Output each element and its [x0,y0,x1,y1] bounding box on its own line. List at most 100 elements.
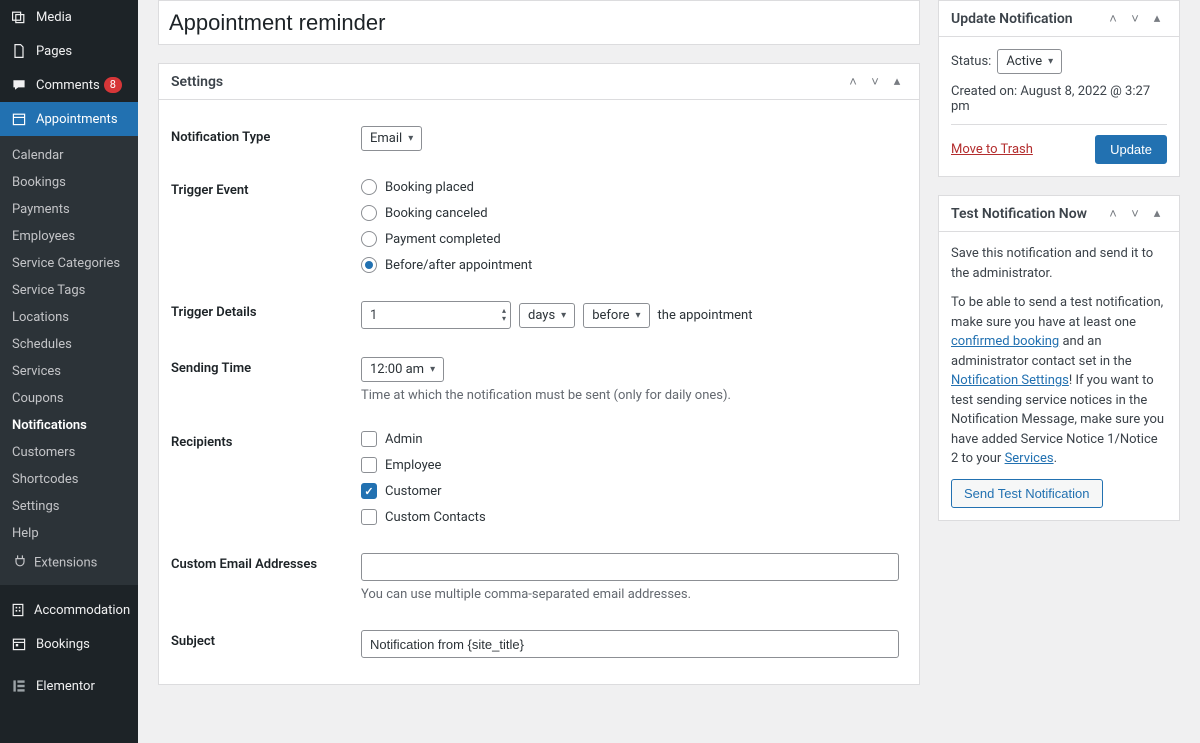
settings-heading: Settings [171,74,223,90]
sidebar-item-pages[interactable]: Pages [0,34,138,68]
submenu-item-payments[interactable]: Payments [0,196,138,223]
building-icon [10,601,26,619]
label-trigger-event: Trigger Event [171,179,361,198]
update-postbox: Update Notification ˄ ˅ ▴ Status: Active… [938,0,1180,177]
radio-before-after-appointment[interactable]: Before/after appointment [361,257,907,273]
submenu-item-coupons[interactable]: Coupons [0,385,138,412]
checkbox-custom-contacts[interactable]: Custom Contacts [361,509,907,525]
radio-booking-placed[interactable]: Booking placed [361,179,907,195]
sidebar-item-label: Accommodation [34,603,130,618]
postbox-toggle-icon[interactable]: ▴ [1147,204,1167,224]
sidebar-item-bookings[interactable]: Bookings [0,627,138,661]
trigger-suffix-text: the appointment [658,308,753,323]
sidebar-item-label: Appointments [36,112,118,127]
postbox-up-icon[interactable]: ˄ [1103,204,1123,224]
label-custom-email: Custom Email Addresses [171,553,361,572]
title-input[interactable] [169,5,909,40]
sidebar-item-label: Comments [36,78,100,93]
trigger-unit-select[interactable]: days ▾ [519,303,575,328]
radio-icon [361,205,377,221]
checkbox-employee[interactable]: Employee [361,457,907,473]
radio-label: Payment completed [385,232,501,247]
postbox-down-icon[interactable]: ˅ [1125,204,1145,224]
side-column: Update Notification ˄ ˅ ▴ Status: Active… [938,0,1180,539]
radio-payment-completed[interactable]: Payment completed [361,231,907,247]
sending-time-select[interactable]: 12:00 am ▾ [361,357,444,382]
sidebar-item-elementor[interactable]: Elementor [0,669,138,703]
checkbox-label: Employee [385,458,441,473]
submenu-item-services[interactable]: Services [0,358,138,385]
submenu-item-service-categories[interactable]: Service Categories [0,250,138,277]
submenu-item-customers[interactable]: Customers [0,439,138,466]
test-para-2: To be able to send a test notification, … [951,293,1167,469]
postbox-toggle-icon[interactable]: ▴ [1147,9,1167,29]
chevron-down-icon: ▾ [561,310,566,321]
status-select[interactable]: Active ▾ [997,49,1062,74]
test-para-1: Save this notification and send it to th… [951,244,1167,283]
submenu-item-calendar[interactable]: Calendar [0,142,138,169]
sidebar-item-comments[interactable]: Comments 8 [0,68,138,102]
postbox-up-icon[interactable]: ˄ [843,72,863,92]
submenu-item-settings[interactable]: Settings [0,493,138,520]
appointments-submenu: CalendarBookingsPaymentsEmployeesService… [0,136,138,585]
trigger-number-input[interactable]: 1 ▴▾ [361,301,511,329]
submenu-item-extensions[interactable]: Extensions [0,547,138,579]
move-to-trash-link[interactable]: Move to Trash [951,142,1033,157]
update-button[interactable]: Update [1095,135,1167,164]
status-label: Status: [951,54,991,69]
checkbox-label: Customer [385,484,442,499]
radio-icon [361,231,377,247]
postbox-down-icon[interactable]: ˅ [1125,9,1145,29]
page-icon [10,42,28,60]
chevron-down-icon: ▾ [1048,56,1053,67]
submenu-item-notifications[interactable]: Notifications [0,412,138,439]
confirmed-booking-link[interactable]: confirmed booking [951,334,1059,349]
calendar2-icon [10,635,28,653]
send-test-button[interactable]: Send Test Notification [951,479,1103,508]
title-box [158,0,920,45]
sending-time-desc: Time at which the notification must be s… [361,388,907,403]
content-area: Settings ˄ ˅ ▴ Notification Type Email ▾ [158,0,920,703]
sidebar-item-appointments[interactable]: Appointments [0,102,138,136]
submenu-item-schedules[interactable]: Schedules [0,331,138,358]
notification-settings-link[interactable]: Notification Settings [951,373,1069,388]
label-subject: Subject [171,630,361,649]
chevron-down-icon: ▾ [430,364,435,375]
custom-email-input[interactable] [361,553,899,581]
submenu-item-shortcodes[interactable]: Shortcodes [0,466,138,493]
subject-input[interactable] [361,630,899,658]
checkbox-customer[interactable]: Customer [361,483,907,499]
postbox-toggle-icon[interactable]: ▴ [887,72,907,92]
radio-label: Booking placed [385,180,474,195]
radio-icon [361,257,377,273]
calendar-icon [10,110,28,128]
checkbox-admin[interactable]: Admin [361,431,907,447]
checkbox-label: Custom Contacts [385,510,486,525]
admin-sidebar: Media Pages Comments 8 Appointments Calendar… [0,0,138,743]
radio-label: Booking canceled [385,206,488,221]
sidebar-item-label: Pages [36,44,72,59]
update-heading: Update Notification [951,11,1073,27]
badge: 8 [104,77,122,93]
postbox-down-icon[interactable]: ˅ [865,72,885,92]
checkbox-icon [361,483,377,499]
sidebar-item-accommodation[interactable]: Accommodation [0,593,138,627]
comment-icon [10,76,28,94]
sidebar-item-media[interactable]: Media [0,0,138,34]
radio-booking-canceled[interactable]: Booking canceled [361,205,907,221]
submenu-item-bookings[interactable]: Bookings [0,169,138,196]
checkbox-label: Admin [385,432,423,447]
submenu-item-employees[interactable]: Employees [0,223,138,250]
spinner-icon[interactable]: ▴▾ [502,307,506,323]
trigger-when-select[interactable]: before ▾ [583,303,649,328]
chevron-down-icon: ▾ [636,310,641,321]
submenu-item-service-tags[interactable]: Service Tags [0,277,138,304]
checkbox-icon [361,431,377,447]
submenu-item-help[interactable]: Help [0,520,138,547]
label-recipients: Recipients [171,431,361,450]
notification-type-select[interactable]: Email ▾ [361,126,422,151]
postbox-up-icon[interactable]: ˄ [1103,9,1123,29]
sidebar-item-label: Bookings [36,637,90,652]
services-link[interactable]: Services [1005,451,1054,466]
submenu-item-locations[interactable]: Locations [0,304,138,331]
